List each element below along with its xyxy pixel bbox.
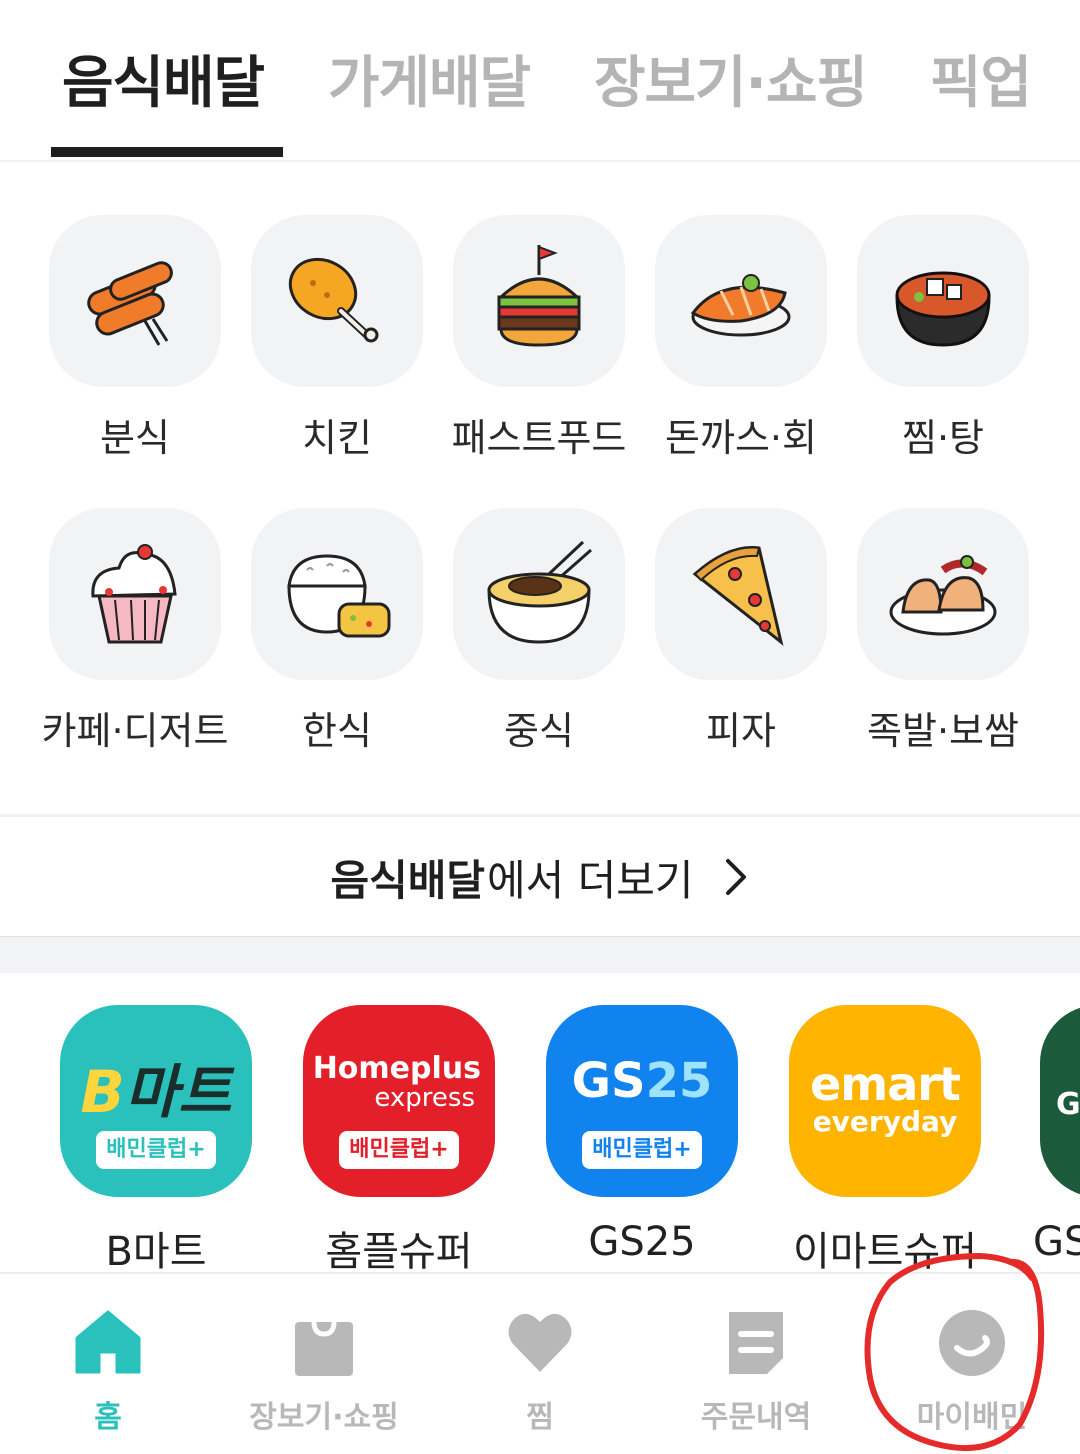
jokbal-icon bbox=[889, 555, 997, 636]
store-homeplus[interactable]: Homeplus express 배민클럽+ 홈플슈퍼 bbox=[278, 1005, 520, 1277]
nav-label: 주문내역 bbox=[700, 1400, 812, 1435]
home-icon bbox=[75, 1310, 141, 1374]
gs25-logo: GS25 배민클럽+ bbox=[546, 1005, 738, 1197]
homeplus-logo: Homeplus express 배민클럽+ bbox=[303, 1005, 495, 1197]
store-label: 이마트슈퍼 bbox=[793, 1229, 977, 1275]
cupcake-icon bbox=[91, 544, 177, 644]
shopping-bag-icon bbox=[295, 1321, 353, 1376]
heart-icon bbox=[508, 1313, 572, 1372]
category-label: 치킨 bbox=[302, 416, 372, 460]
store-label: 홈플슈퍼 bbox=[325, 1229, 473, 1275]
category-label: 피자 bbox=[706, 709, 776, 753]
nav-label: 찜 bbox=[526, 1400, 554, 1435]
active-tab-indicator bbox=[51, 147, 283, 157]
stew-pot-icon bbox=[895, 271, 991, 347]
tab-store-delivery[interactable]: 가게배달 bbox=[328, 38, 531, 119]
category-tabs: 음식배달 가게배달 장보기·쇼핑 픽업 bbox=[0, 0, 1080, 162]
nav-label: 마이배민 bbox=[916, 1400, 1028, 1435]
category-chinese[interactable]: 중식 bbox=[439, 508, 639, 755]
category-jokbal-bossam[interactable]: 족발·보쌈 bbox=[843, 508, 1043, 755]
category-fastfood[interactable]: 패스트푸드 bbox=[439, 215, 639, 462]
chicken-leg-icon bbox=[288, 257, 379, 343]
nav-label: 장보기·쇼핑 bbox=[249, 1400, 399, 1435]
nav-orders[interactable]: 주문내역 bbox=[648, 1274, 864, 1454]
category-label: 족발·보쌈 bbox=[867, 709, 1019, 753]
tteokbokki-icon bbox=[87, 261, 173, 346]
category-label: 패스트푸드 bbox=[451, 416, 627, 460]
tab-grocery-shopping[interactable]: 장보기·쇼핑 bbox=[594, 38, 868, 119]
tab-pickup[interactable]: 픽업 bbox=[930, 38, 1032, 119]
bottom-navigation: 홈 장보기·쇼핑 찜 주문내역 마이배민 bbox=[0, 1272, 1080, 1454]
nav-label: 홈 bbox=[94, 1400, 122, 1435]
bmart-logo: B마트 배민클럽+ bbox=[60, 1005, 252, 1197]
more-food-delivery-link[interactable]: 음식배달 에서 더보기 bbox=[0, 818, 1080, 936]
sushi-icon bbox=[690, 274, 791, 337]
category-korean[interactable]: 한식 bbox=[237, 508, 437, 755]
store-label: B마트 bbox=[105, 1229, 207, 1275]
category-bunsik[interactable]: 분식 bbox=[35, 215, 235, 462]
category-label: 중식 bbox=[504, 709, 574, 753]
burger-icon bbox=[497, 245, 581, 347]
category-pizza[interactable]: 피자 bbox=[641, 508, 841, 755]
category-label: 찜·탕 bbox=[902, 416, 984, 460]
store-emart[interactable]: emart everyday 이마트슈퍼 bbox=[764, 1005, 1006, 1277]
category-chicken[interactable]: 치킨 bbox=[237, 215, 437, 462]
store-gs25[interactable]: GS25 배민클럽+ GS25 bbox=[521, 1005, 763, 1265]
category-donkatsu-hoe[interactable]: 돈까스·회 bbox=[641, 215, 841, 462]
nav-my-baemin[interactable]: 마이배민 bbox=[864, 1274, 1080, 1454]
store-bmart[interactable]: B마트 배민클럽+ B마트 bbox=[35, 1005, 277, 1277]
category-cafe-dessert[interactable]: 카페·디저트 bbox=[35, 508, 235, 755]
jajangmyeon-icon bbox=[487, 540, 592, 644]
category-jjim-tang[interactable]: 찜·탕 bbox=[843, 215, 1043, 462]
smile-face-icon bbox=[939, 1310, 1005, 1376]
gs-logo: G bbox=[1040, 1005, 1080, 1197]
baemin-club-badge: 배민클럽+ bbox=[339, 1131, 459, 1169]
baemin-club-badge: 배민클럽+ bbox=[96, 1131, 216, 1169]
nav-home[interactable]: 홈 bbox=[0, 1274, 216, 1454]
nav-favorites[interactable]: 찜 bbox=[432, 1274, 648, 1454]
chevron-right-icon bbox=[725, 859, 746, 895]
rice-bowl-icon bbox=[287, 554, 391, 638]
category-label: 카페·디저트 bbox=[41, 709, 229, 753]
category-label: 분식 bbox=[100, 416, 170, 460]
baemin-club-badge: 배민클럽+ bbox=[582, 1131, 702, 1169]
section-divider bbox=[0, 936, 1080, 973]
category-label: 한식 bbox=[302, 709, 372, 753]
nav-shopping[interactable]: 장보기·쇼핑 bbox=[216, 1274, 432, 1454]
category-label: 돈까스·회 bbox=[665, 416, 817, 460]
pizza-slice-icon bbox=[692, 546, 784, 646]
store-label: GS bbox=[1033, 1219, 1080, 1265]
receipt-icon bbox=[729, 1312, 783, 1374]
store-label: GS25 bbox=[588, 1219, 696, 1265]
more-link-text: 에서 더보기 bbox=[487, 855, 694, 905]
more-link-category: 음식배달 bbox=[330, 855, 485, 905]
emart-everyday-logo: emart everyday bbox=[789, 1005, 981, 1197]
tab-food-delivery[interactable]: 음식배달 bbox=[62, 38, 265, 119]
store-gs-partial[interactable]: G GS bbox=[1007, 1005, 1080, 1265]
divider bbox=[0, 814, 1080, 817]
